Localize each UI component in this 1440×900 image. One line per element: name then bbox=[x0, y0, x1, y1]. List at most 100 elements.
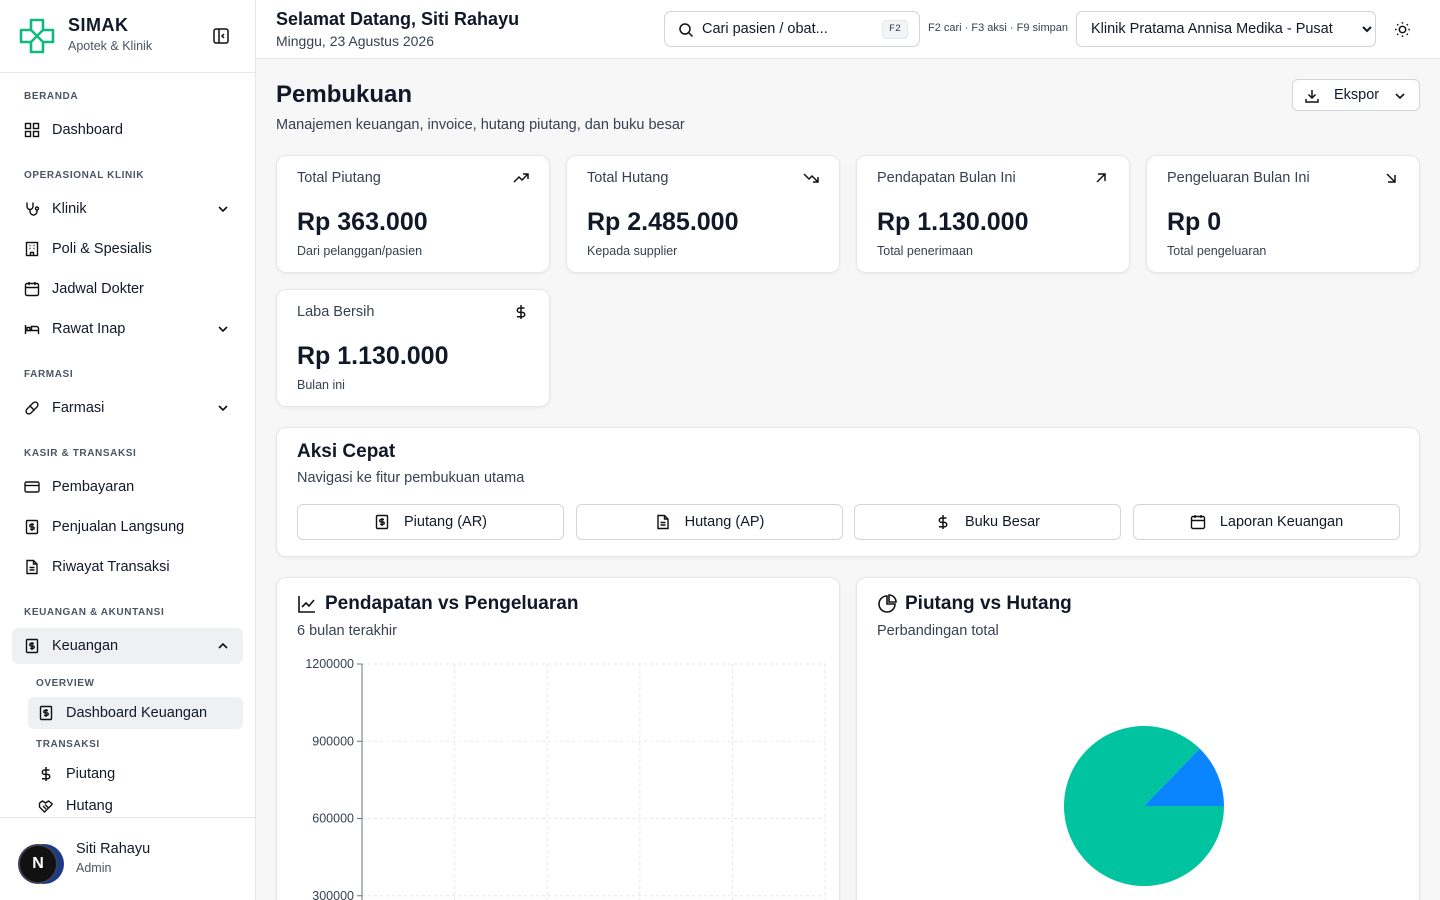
stat-title: Pengeluaran Bulan Ini bbox=[1167, 170, 1310, 186]
stat-value: Rp 1.130.000 bbox=[297, 342, 449, 370]
dollar-icon bbox=[516, 305, 526, 319]
sidebar-item-rawat-inap[interactable]: Rawat Inap bbox=[12, 311, 243, 347]
sidebar-subitem-label: Hutang bbox=[66, 798, 113, 814]
quick-actions-title: Aksi Cepat bbox=[297, 441, 396, 462]
brand: SIMAK Apotek & Klinik bbox=[0, 0, 255, 73]
y-tick-label: 600000 bbox=[312, 812, 354, 826]
quick-piutang-button[interactable]: Piutang (AR) bbox=[297, 504, 564, 540]
section-farmasi: FARMASI bbox=[24, 369, 74, 380]
sidebar-item-label: Keuangan bbox=[52, 638, 119, 654]
stat-card-total-hutang: Total Hutang Rp 2.485.000 Kepada supplie… bbox=[566, 155, 840, 273]
sidebar-toggle-icon[interactable] bbox=[212, 27, 230, 45]
y-tick-label: 900000 bbox=[312, 734, 354, 748]
quick-hutang-button[interactable]: Hutang (AP) bbox=[576, 504, 843, 540]
sidebar-item-label: Rawat Inap bbox=[52, 321, 126, 337]
line-chart: 1200000 900000 600000 300000 bbox=[305, 657, 826, 900]
pill-icon bbox=[25, 401, 39, 415]
quick-laporan-button[interactable]: Laporan Keuangan bbox=[1133, 504, 1400, 540]
arrow-down-right-icon bbox=[1386, 173, 1396, 183]
stat-card-laba-bersih: Laba Bersih Rp 1.130.000 Bulan ini bbox=[276, 289, 550, 407]
section-beranda: BERANDA bbox=[24, 91, 79, 102]
sidebar-item-label: Pembayaran bbox=[52, 479, 135, 495]
stat-title: Total Piutang bbox=[297, 170, 381, 186]
brand-subtitle: Apotek & Klinik bbox=[68, 39, 153, 53]
building-icon bbox=[25, 241, 39, 257]
sidebar-subitem-dashboard-keuangan[interactable]: Dashboard Keuangan bbox=[28, 697, 243, 729]
section-operasional: OPERASIONAL KLINIK bbox=[24, 170, 145, 181]
sidebar: SIMAK Apotek & Klinik BERANDA Dashboard … bbox=[0, 0, 256, 900]
sidebar-nav: BERANDA Dashboard OPERASIONAL KLINIK Kli… bbox=[0, 73, 255, 817]
chevron-down-icon bbox=[218, 206, 228, 213]
subsection-overview: OVERVIEW bbox=[36, 678, 95, 689]
sidebar-item-riwayat[interactable]: Riwayat Transaksi bbox=[12, 549, 243, 585]
logo-icon bbox=[19, 18, 55, 54]
y-tick-label: 1200000 bbox=[305, 657, 354, 671]
page-subtitle: Manajemen keuangan, invoice, hutang piut… bbox=[276, 117, 685, 133]
sidebar-item-jadwal[interactable]: Jadwal Dokter bbox=[12, 271, 243, 307]
stat-value: Rp 2.485.000 bbox=[587, 208, 739, 236]
brand-name: SIMAK bbox=[68, 15, 129, 35]
chevron-down-icon bbox=[218, 326, 228, 333]
stat-desc: Total pengeluaran bbox=[1167, 244, 1267, 258]
export-button[interactable]: Ekspor bbox=[1292, 79, 1420, 111]
stat-value: Rp 363.000 bbox=[297, 208, 428, 236]
pie-chart bbox=[1064, 726, 1224, 886]
user-role: Admin bbox=[76, 861, 112, 875]
sidebar-item-keuangan[interactable]: Keuangan bbox=[12, 628, 243, 664]
file-text-icon bbox=[656, 514, 669, 530]
stat-desc: Dari pelanggan/pasien bbox=[297, 244, 423, 258]
quick-actions-subtitle: Navigasi ke fitur pembukuan utama bbox=[297, 470, 525, 486]
grid-icon bbox=[24, 122, 40, 138]
sidebar-item-farmasi[interactable]: Farmasi bbox=[12, 390, 243, 426]
receipt-icon bbox=[39, 705, 53, 721]
sun-icon[interactable] bbox=[1394, 21, 1411, 38]
user-profile[interactable]: N Siti Rahayu Admin bbox=[0, 817, 255, 900]
dev-badge-button[interactable]: N bbox=[18, 844, 58, 884]
sidebar-item-pembayaran[interactable]: Pembayaran bbox=[12, 469, 243, 505]
receivable-payable-chart-card: Piutang vs Hutang Perbandingan total bbox=[856, 577, 1420, 900]
main-content: Pembukuan Manajemen keuangan, invoice, h… bbox=[256, 60, 1440, 900]
sidebar-item-label: Riwayat Transaksi bbox=[52, 559, 170, 575]
search-placeholder: Cari pasien / obat... bbox=[702, 21, 828, 37]
trending-up-icon bbox=[513, 173, 529, 183]
clinic-select[interactable]: Klinik Pratama Annisa Medika - Pusat bbox=[1076, 11, 1376, 47]
sidebar-item-label: Poli & Spesialis bbox=[52, 241, 152, 257]
receipt-icon bbox=[25, 519, 39, 535]
stat-title: Laba Bersih bbox=[297, 304, 375, 320]
keyboard-shortcuts-hint: F2 cari · F3 aksi · F9 simpan bbox=[928, 22, 1068, 34]
income-expense-chart-card: Pendapatan vs Pengeluaran 6 bulan terakh… bbox=[276, 577, 840, 900]
sidebar-subitem-label: Piutang bbox=[66, 766, 116, 782]
welcome-text: Selamat Datang, Siti Rahayu bbox=[276, 9, 520, 29]
sidebar-item-label: Jadwal Dokter bbox=[52, 281, 144, 297]
stat-value: Rp 0 bbox=[1167, 208, 1222, 236]
receipt-icon bbox=[25, 638, 39, 654]
stat-desc: Total penerimaan bbox=[877, 244, 973, 258]
stat-desc: Kepada supplier bbox=[587, 244, 678, 258]
chevron-up-icon bbox=[218, 642, 228, 649]
sidebar-subitem-hutang[interactable]: Hutang bbox=[28, 790, 243, 817]
quick-buku-besar-button[interactable]: Buku Besar bbox=[854, 504, 1121, 540]
search-input[interactable]: Cari pasien / obat... F2 bbox=[664, 11, 920, 47]
trending-down-icon bbox=[803, 173, 819, 183]
bed-icon bbox=[24, 325, 40, 334]
stat-card-pendapatan: Pendapatan Bulan Ini Rp 1.130.000 Total … bbox=[856, 155, 1130, 273]
section-kasir: KASIR & TRANSAKSI bbox=[24, 448, 137, 459]
quick-button-label: Laporan Keuangan bbox=[1219, 514, 1344, 530]
sidebar-item-poli[interactable]: Poli & Spesialis bbox=[12, 231, 243, 267]
sidebar-item-label: Dashboard bbox=[52, 122, 123, 138]
file-text-icon bbox=[26, 559, 38, 575]
sidebar-item-klinik[interactable]: Klinik bbox=[12, 191, 243, 227]
sidebar-item-dashboard[interactable]: Dashboard bbox=[12, 112, 243, 148]
stat-card-pengeluaran: Pengeluaran Bulan Ini Rp 0 Total pengelu… bbox=[1146, 155, 1420, 273]
export-label: Ekspor bbox=[1334, 87, 1380, 103]
page-title: Pembukuan bbox=[276, 81, 413, 108]
chevron-down-icon bbox=[1395, 93, 1405, 100]
y-tick-label: 300000 bbox=[312, 889, 354, 900]
sidebar-subitem-piutang[interactable]: Piutang bbox=[28, 758, 243, 790]
download-icon bbox=[1305, 90, 1319, 103]
handshake-icon bbox=[38, 800, 53, 813]
section-keuangan: KEUANGAN & AKUNTANSI bbox=[24, 607, 165, 618]
sidebar-item-penjualan[interactable]: Penjualan Langsung bbox=[12, 509, 243, 545]
credit-card-icon bbox=[24, 481, 40, 493]
search-icon bbox=[679, 23, 694, 38]
